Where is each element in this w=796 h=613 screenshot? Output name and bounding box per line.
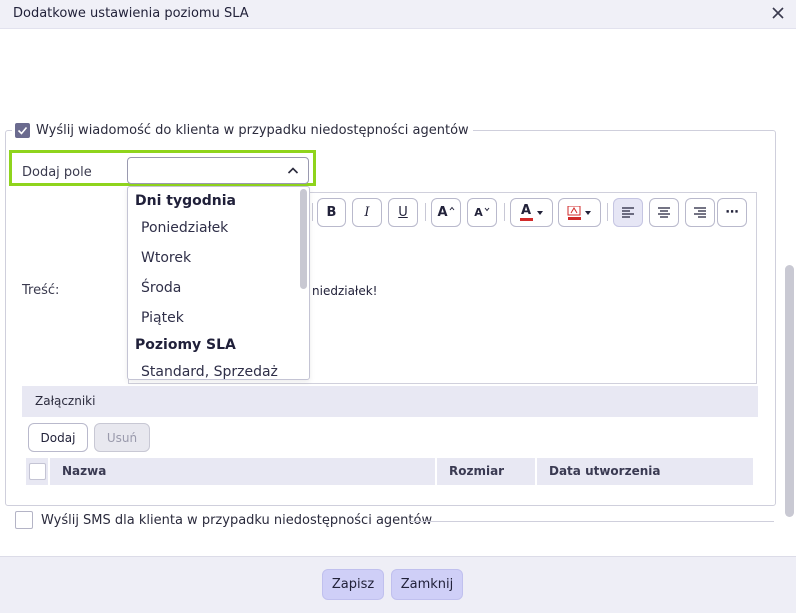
email-fieldset-legend: Wyślij wiadomość do klienta w przypadku … bbox=[12, 120, 473, 140]
font-color-button[interactable]: A bbox=[510, 198, 553, 227]
align-center-button[interactable] bbox=[649, 198, 679, 227]
align-center-icon bbox=[658, 206, 670, 218]
email-notify-checkbox[interactable] bbox=[15, 122, 30, 138]
dialog-scrollbar[interactable] bbox=[785, 265, 794, 517]
dropdown-group-header: Dni tygodnia bbox=[135, 193, 236, 209]
arrow-up-icon bbox=[449, 206, 454, 210]
font-size-decrease-button[interactable]: A bbox=[467, 198, 497, 227]
dropdown-option[interactable]: Piątek bbox=[141, 310, 184, 326]
highlight-color-icon bbox=[567, 205, 581, 220]
more-options-button[interactable]: ⋯ bbox=[717, 198, 747, 227]
column-header-date[interactable]: Data utworzenia bbox=[537, 458, 753, 485]
add-field-label: Dodaj pole bbox=[22, 165, 92, 180]
add-attachment-button[interactable]: Dodaj bbox=[28, 423, 88, 452]
dropdown-option[interactable]: Standard, Sprzedaż bbox=[141, 364, 278, 379]
sms-notify-label: Wyślij SMS dla klienta w przypadku niedo… bbox=[41, 512, 433, 528]
dropdown-scrollbar[interactable] bbox=[300, 189, 307, 289]
attachments-header: Załączniki bbox=[22, 386, 758, 417]
dialog-titlebar: Dodatkowe ustawienia poziomu SLA bbox=[0, 0, 796, 29]
content-label: Treść: bbox=[22, 283, 60, 298]
email-notify-label: Wyślij wiadomość do klienta w przypadku … bbox=[36, 122, 469, 138]
underline-button[interactable]: U bbox=[388, 198, 418, 227]
column-header-size[interactable]: Rozmiar bbox=[437, 458, 535, 485]
align-left-button[interactable] bbox=[613, 198, 643, 227]
close-icon[interactable] bbox=[768, 3, 788, 23]
font-decrease-glyph: A bbox=[474, 206, 483, 219]
dialog-title: Dodatkowe ustawienia poziomu SLA bbox=[13, 6, 249, 21]
select-all-checkbox[interactable] bbox=[29, 463, 46, 480]
caret-down-icon bbox=[585, 210, 591, 215]
font-size-increase-button[interactable]: A bbox=[431, 198, 461, 227]
chevron-up-icon bbox=[287, 165, 299, 180]
remove-attachment-button[interactable]: Usuń bbox=[94, 423, 150, 452]
editor-content-text: niedziałek! bbox=[312, 284, 378, 298]
column-header-name[interactable]: Nazwa bbox=[50, 458, 435, 485]
highlight-color-button[interactable] bbox=[558, 198, 601, 227]
add-field-select[interactable] bbox=[127, 157, 309, 184]
close-button[interactable]: Zamknij bbox=[391, 569, 463, 600]
align-right-icon bbox=[694, 206, 706, 218]
font-color-icon: A bbox=[519, 204, 533, 221]
dropdown-group-header: Poziomy SLA bbox=[135, 337, 236, 353]
align-right-button[interactable] bbox=[685, 198, 715, 227]
sms-notify-checkbox[interactable] bbox=[15, 511, 33, 529]
dropdown-option[interactable]: Środa bbox=[141, 280, 181, 296]
save-button[interactable]: Zapisz bbox=[322, 569, 384, 600]
dropdown-option[interactable]: Poniedziałek bbox=[141, 220, 228, 236]
align-left-icon bbox=[622, 206, 634, 218]
add-field-dropdown[interactable]: Dni tygodnia Poniedziałek Wtorek Środa P… bbox=[127, 186, 310, 380]
dropdown-option[interactable]: Wtorek bbox=[141, 250, 191, 266]
caret-down-icon bbox=[536, 210, 543, 215]
attachments-title: Załączniki bbox=[35, 394, 96, 408]
sms-fieldset-legend: Wyślij SMS dla klienta w przypadku niedo… bbox=[15, 511, 432, 529]
italic-button[interactable]: I bbox=[352, 198, 382, 227]
select-all-cell bbox=[26, 458, 48, 485]
sms-fieldset-border bbox=[410, 521, 774, 522]
bold-button[interactable]: B bbox=[317, 198, 346, 227]
font-increase-glyph: A bbox=[437, 205, 448, 220]
arrow-down-icon bbox=[484, 207, 490, 211]
